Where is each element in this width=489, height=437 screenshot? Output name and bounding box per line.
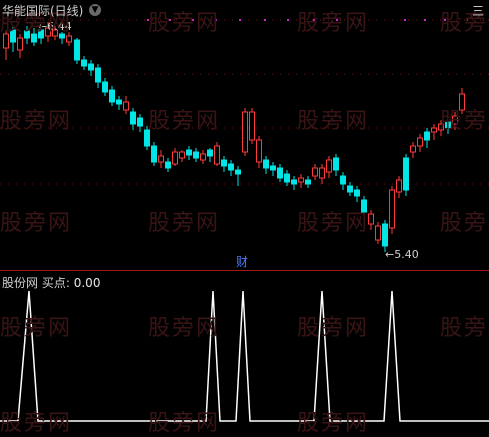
buy-point-value: 0.00 xyxy=(73,276,101,290)
candle-body xyxy=(214,145,220,165)
candle-body xyxy=(59,33,65,39)
candle-body xyxy=(368,213,374,225)
chart-window: ←6.44←5.40财 股旁网 股旁网 股旁网 股旁网 股旁网 股旁网 股旁网 … xyxy=(0,0,489,436)
candle-body xyxy=(228,163,234,171)
candle-body xyxy=(81,59,87,67)
price-chart[interactable]: ←6.44 ←5.40 财 xyxy=(0,0,489,270)
candle-body xyxy=(172,151,178,165)
candle-body xyxy=(207,149,213,157)
candle-body xyxy=(24,30,30,39)
candle-body xyxy=(431,127,437,133)
candle-body xyxy=(221,159,227,167)
candle-body xyxy=(389,189,395,229)
indicator-chart[interactable] xyxy=(0,285,489,425)
candle-body xyxy=(438,123,444,131)
candle-body xyxy=(347,185,353,193)
indicator-name: 股份网 xyxy=(2,276,39,290)
indicator-title: 股份网 买点: 0.00 xyxy=(2,276,101,290)
candle-body xyxy=(312,167,318,177)
finance-marker: 财 xyxy=(236,255,248,269)
candle-body xyxy=(235,169,241,175)
candle-body xyxy=(17,37,23,51)
high-price-label: ←6.44 xyxy=(38,20,72,33)
candle-body xyxy=(66,35,72,43)
candle-body xyxy=(130,111,136,125)
candle-body xyxy=(151,145,157,163)
signal-dot xyxy=(169,19,171,21)
candle-body xyxy=(31,33,37,43)
candle-body xyxy=(333,157,339,171)
candle-body xyxy=(445,121,451,129)
signal-dot xyxy=(264,19,266,21)
candle-body xyxy=(354,189,360,197)
candle-body xyxy=(95,67,101,83)
main-chart-title: 华能国际(日线) xyxy=(2,4,84,18)
signal-dot xyxy=(359,19,361,21)
candle-body xyxy=(361,199,367,213)
low-price-label: ←5.40 xyxy=(385,248,419,261)
candle-body xyxy=(109,89,115,103)
signal-dot xyxy=(239,19,241,21)
candle-body xyxy=(319,167,325,179)
candle-body xyxy=(326,159,332,173)
panel-layout-icon[interactable]: 三 xyxy=(472,2,484,19)
candle-body xyxy=(74,39,80,61)
candle-body xyxy=(263,159,269,169)
buy-point-label: 买点 xyxy=(41,276,66,290)
candle-body xyxy=(249,111,255,141)
candle-body xyxy=(305,179,311,185)
buy-point-line xyxy=(0,290,489,422)
candle-body xyxy=(424,131,430,141)
candle-body xyxy=(410,145,416,153)
signal-dot xyxy=(336,19,338,21)
signal-dot xyxy=(466,19,468,21)
candle-body xyxy=(144,129,150,147)
candle-body xyxy=(270,165,276,171)
candle-body xyxy=(452,115,458,125)
signal-dot xyxy=(147,19,149,21)
candle-body xyxy=(277,167,283,179)
candle-body xyxy=(382,223,388,247)
candle-body xyxy=(158,155,164,163)
candle-body xyxy=(3,33,9,49)
candle-body xyxy=(396,179,402,193)
candle-body xyxy=(417,137,423,147)
signal-dot xyxy=(404,19,406,21)
candle-body xyxy=(340,175,346,185)
signal-dot xyxy=(215,19,217,21)
candle-body xyxy=(375,225,381,241)
candle-body xyxy=(193,151,199,159)
signal-dot xyxy=(313,19,315,21)
candle-body xyxy=(88,63,94,71)
candle-body xyxy=(10,29,16,43)
candle-body xyxy=(291,179,297,185)
candle-body xyxy=(200,153,206,161)
candle-body xyxy=(403,157,409,191)
panel-divider xyxy=(0,270,489,271)
candle-body xyxy=(165,161,171,169)
signal-dot xyxy=(424,19,426,21)
candle-body xyxy=(102,81,108,93)
signal-dot xyxy=(192,19,194,21)
candle-body xyxy=(116,99,122,105)
candle-body xyxy=(298,177,304,183)
candle-body xyxy=(284,173,290,183)
signal-dot xyxy=(444,19,446,21)
candle-body xyxy=(186,149,192,156)
chevron-down-icon[interactable]: ▼ xyxy=(89,4,101,16)
signal-dot xyxy=(287,19,289,21)
candle-body xyxy=(256,139,262,163)
candle-body xyxy=(179,151,185,159)
candle-body xyxy=(123,101,129,111)
candle-body xyxy=(459,93,465,111)
candle-body xyxy=(242,111,248,153)
candle-body xyxy=(137,117,143,127)
